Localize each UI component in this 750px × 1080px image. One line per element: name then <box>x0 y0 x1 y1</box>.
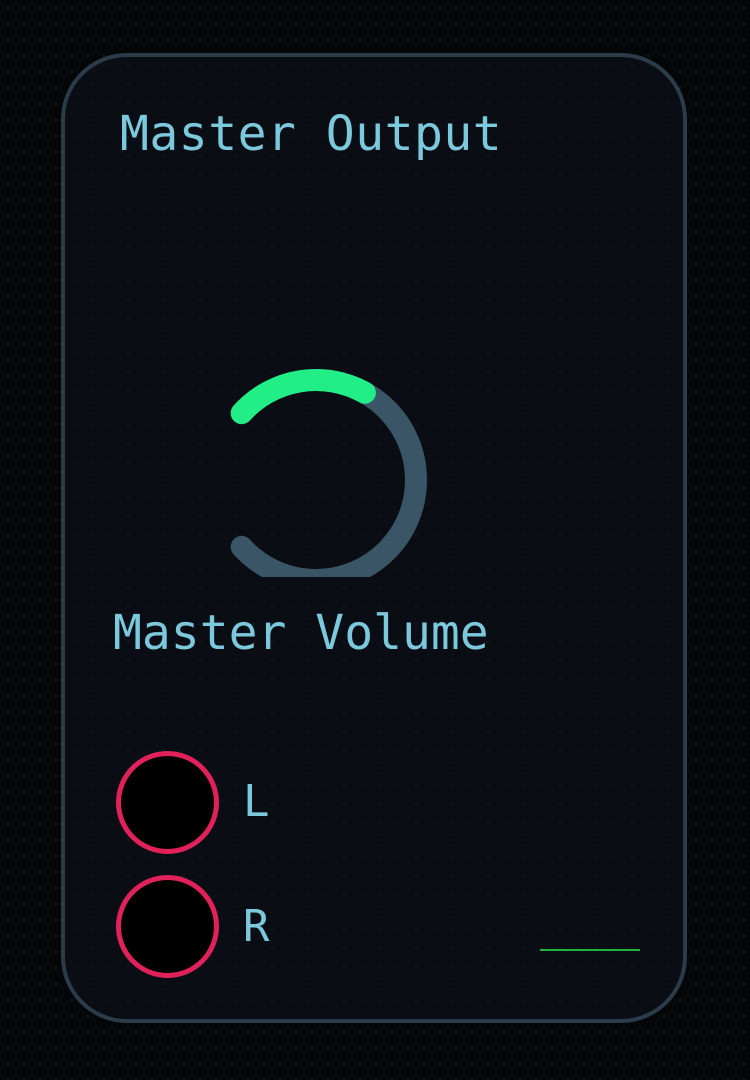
output-jack-right[interactable] <box>116 875 219 978</box>
output-jack-left[interactable] <box>116 751 219 854</box>
master-volume-knob[interactable] <box>193 357 439 577</box>
knob-track <box>230 369 427 577</box>
output-jack-right-label: R <box>243 901 270 952</box>
level-meter-line <box>540 949 640 951</box>
master-volume-label: Master Volume <box>113 605 489 661</box>
knob-value-arc <box>230 369 376 425</box>
output-jack-left-label: L <box>243 776 270 827</box>
module-title: Master Output <box>120 106 503 162</box>
